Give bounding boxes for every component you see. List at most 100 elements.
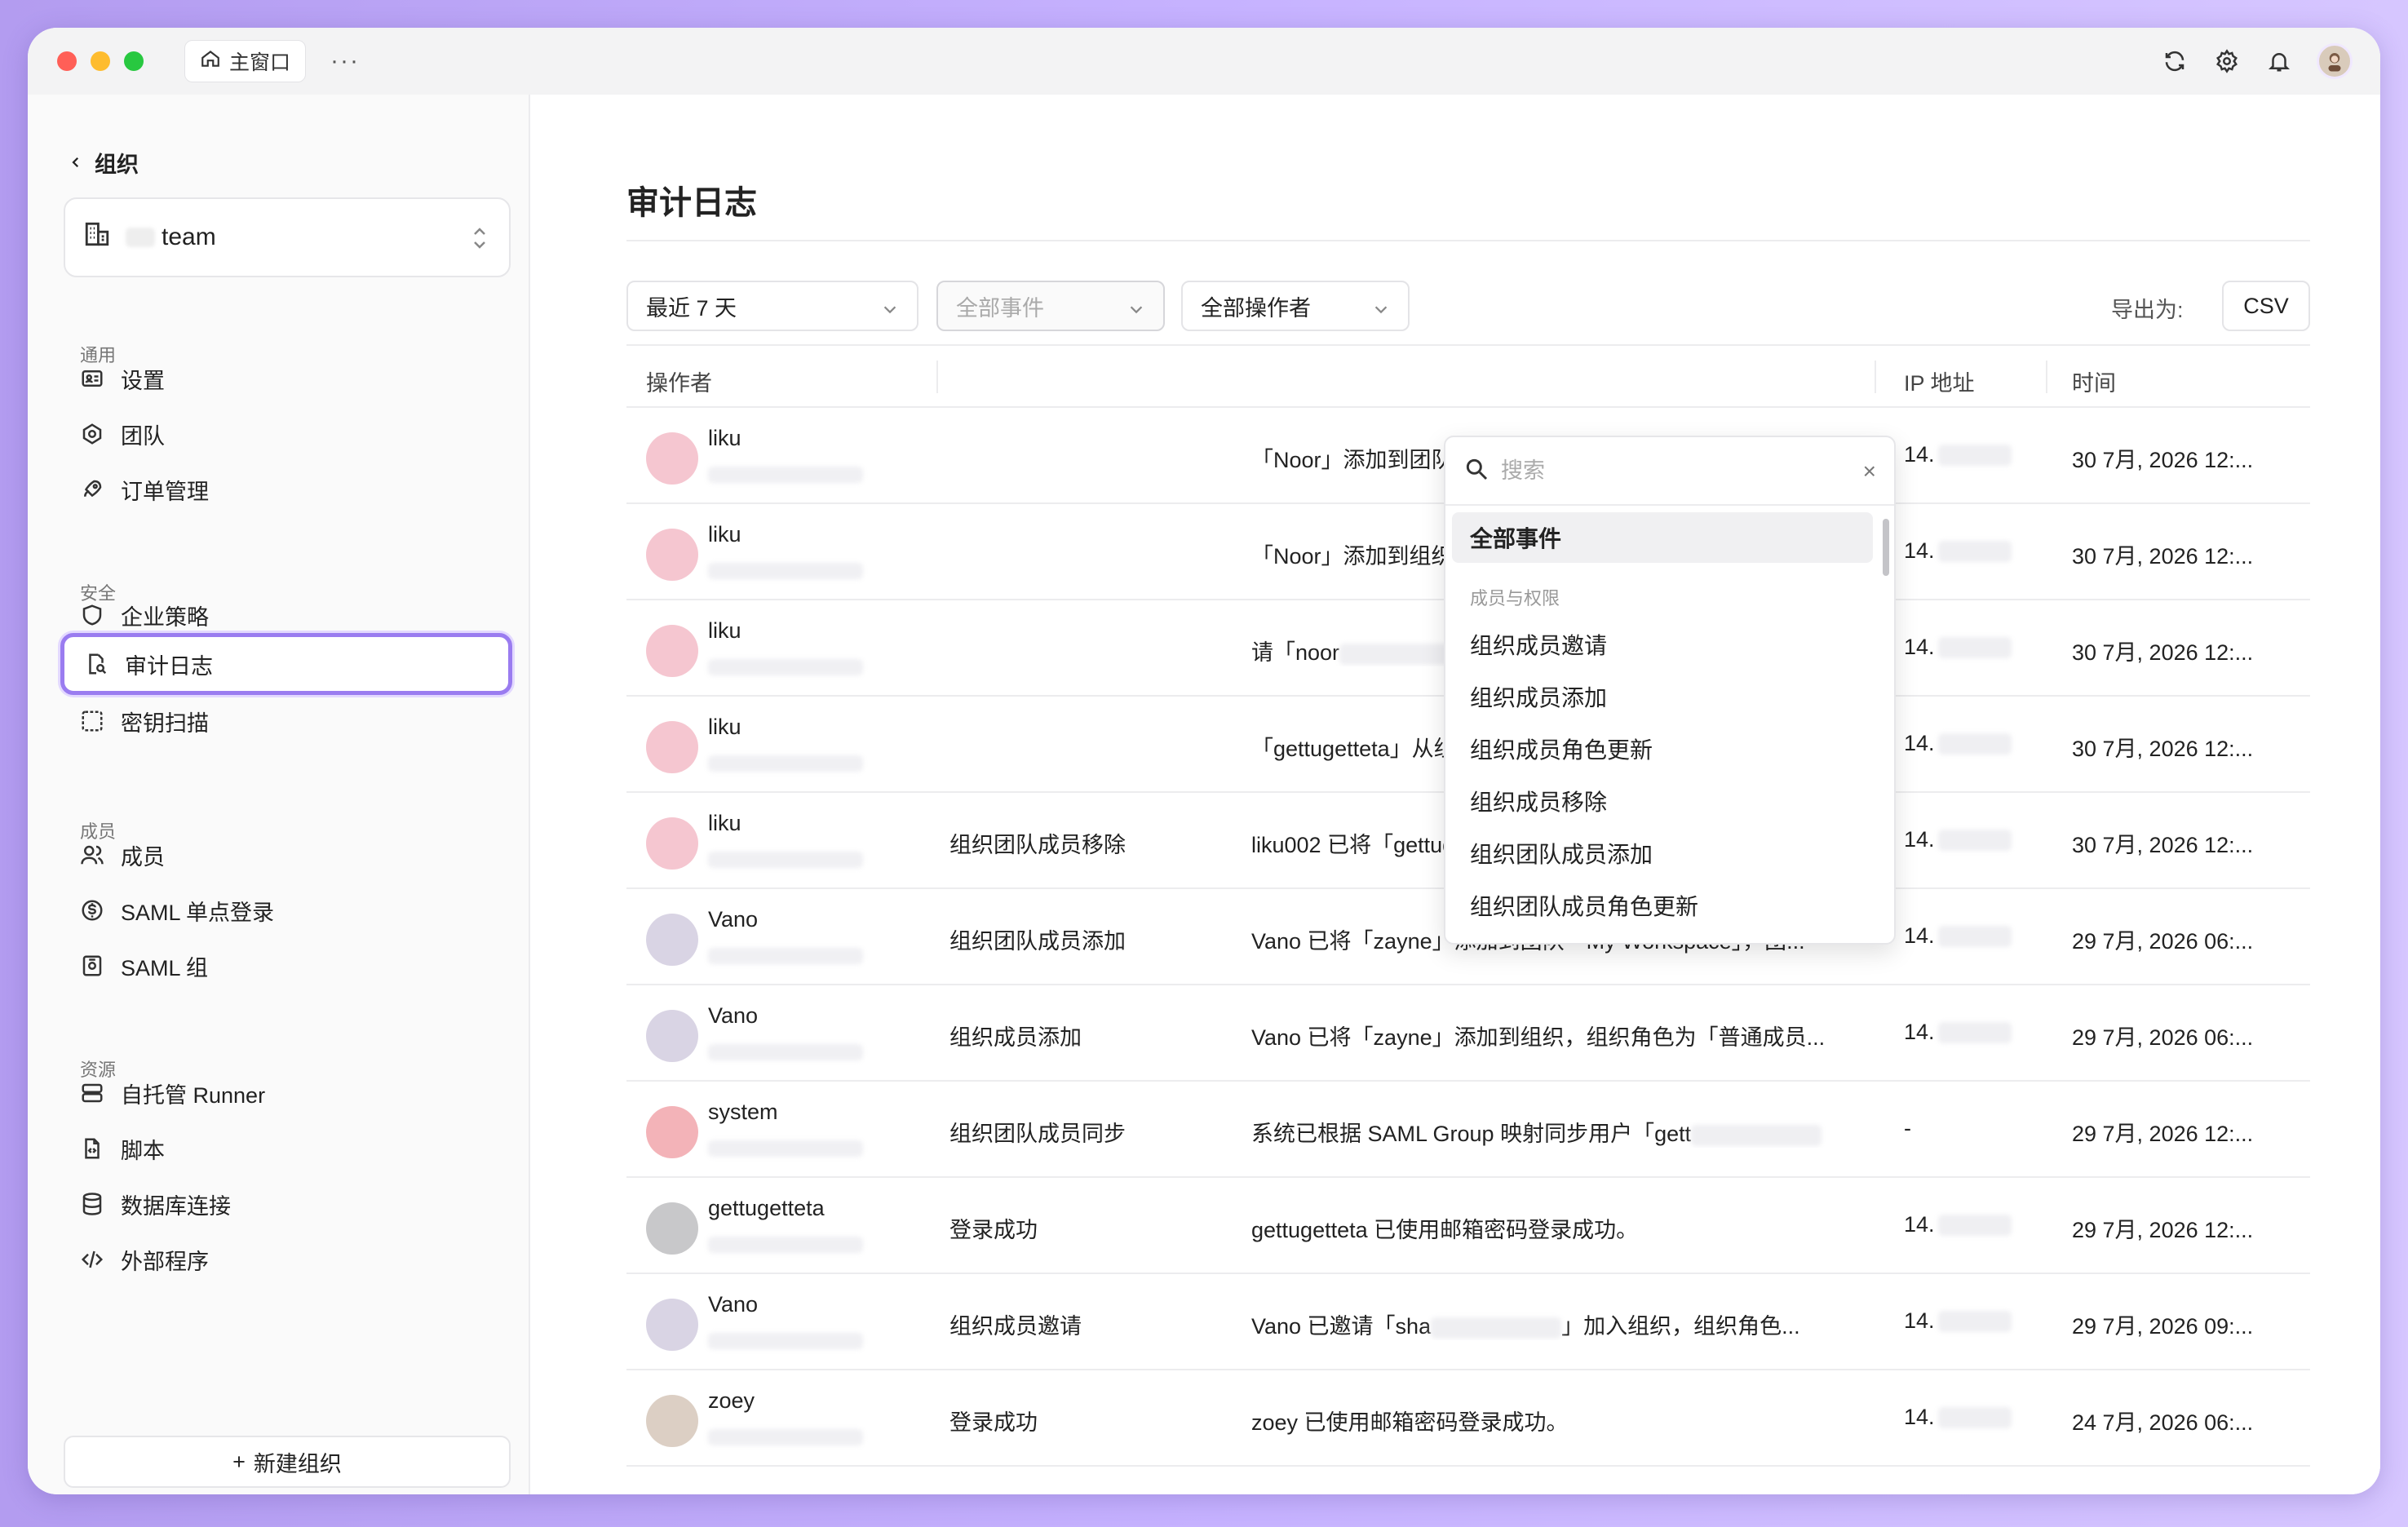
home-icon	[200, 48, 221, 75]
export-csv-button[interactable]: CSV	[2222, 281, 2310, 331]
operator-email-redacted	[708, 852, 863, 868]
event-type-filter[interactable]: 全部事件	[936, 281, 1165, 331]
date-range-value: 最近 7 天	[646, 295, 737, 321]
operator-filter[interactable]: 全部操作者	[1181, 281, 1410, 331]
sidebar-item-label: SAML 单点登录	[121, 900, 275, 925]
date-range-filter[interactable]: 最近 7 天	[626, 281, 918, 331]
code-icon	[78, 1246, 106, 1273]
avatar	[646, 721, 698, 773]
close-window-button[interactable]	[57, 51, 77, 71]
sidebar-item-members[interactable]: 成员	[78, 832, 519, 878]
team-name: team	[162, 224, 216, 250]
operator-email-redacted	[708, 467, 863, 483]
event-type: 组织成员添加	[949, 1025, 1082, 1050]
script-icon	[78, 1135, 106, 1162]
refresh-icon[interactable]	[2160, 46, 2189, 76]
dropdown-option[interactable]: 组织成员移除	[1445, 775, 1894, 827]
ip-redacted	[1937, 925, 2012, 947]
new-organization-label: 新建组织	[253, 1451, 342, 1476]
sidebar-item-audit-log[interactable]: 审计日志	[60, 633, 512, 695]
scan-icon	[78, 707, 106, 735]
gear-icon[interactable]	[2212, 46, 2242, 76]
server-icon	[78, 1079, 106, 1107]
sidebar-item-settings[interactable]: 设置	[78, 356, 519, 401]
sidebar-item-label: 团队	[121, 423, 165, 449]
sidebar-item-team[interactable]: 团队	[78, 411, 519, 457]
operator-email-redacted	[708, 1140, 863, 1157]
operator-email-redacted	[708, 563, 863, 579]
ip-redacted	[1937, 829, 2012, 851]
table-header: 操作者 IP 地址 时间	[626, 344, 2310, 408]
dropdown-scrollbar[interactable]	[1883, 519, 1889, 576]
event-description: zoey 已使用邮箱密码登录成功。	[1251, 1405, 1871, 1436]
more-menu-button[interactable]: ···	[330, 47, 360, 75]
dropdown-options: 组织成员邀请 组织成员添加 组织成员角色更新 组织成员移除 组织团队成员添加 组…	[1445, 618, 1894, 932]
minimize-window-button[interactable]	[91, 51, 110, 71]
maximize-window-button[interactable]	[124, 51, 144, 71]
table-row[interactable]: Vano 组织成员邀请 Vano 已邀请「sha 」加入组织，组织角色... 14. 29…	[626, 1274, 2310, 1370]
table-row[interactable]: zoey 登录成功 zoey 已使用邮箱密码登录成功。 14. 24 7月, 2026 …	[626, 1370, 2310, 1467]
user-avatar[interactable]	[2317, 43, 2353, 79]
event-type: 组织团队成员添加	[949, 929, 1126, 954]
operator-name: liku	[708, 618, 741, 643]
dropdown-option-selected[interactable]: 全部事件	[1452, 512, 1873, 563]
sidebar-item-saml-sso[interactable]: SAML 单点登录	[78, 887, 519, 933]
event-description: 系统已根据 SAML Group 映射同步用户「gett	[1251, 1116, 1871, 1148]
sidebar-item-label: 脚本	[121, 1138, 165, 1163]
sidebar-item-enterprise-policy[interactable]: 企业策略	[78, 592, 519, 638]
operator-name: liku	[708, 426, 741, 450]
event-type-value: 全部事件	[956, 295, 1044, 321]
operator-name: liku	[708, 811, 741, 835]
event-time: 29 7月, 2026 09:...	[2072, 1314, 2254, 1339]
dropdown-option[interactable]: 组织成员角色更新	[1445, 723, 1894, 775]
table-row[interactable]: gettugetteta 登录成功 gettugetteta 已使用邮箱密码登录成功…	[626, 1178, 2310, 1274]
team-selector[interactable]: team	[64, 197, 511, 277]
sidebar-item-secret-scan[interactable]: 密钥扫描	[78, 698, 519, 744]
dropdown-option[interactable]: 组织成员添加	[1445, 671, 1894, 723]
operator-name: Vano	[708, 1292, 759, 1317]
dropdown-option[interactable]: 组织成员邀请	[1445, 618, 1894, 671]
column-divider	[936, 361, 938, 393]
sidebar-item-self-hosted-runner[interactable]: 自托管 Runner	[78, 1070, 519, 1116]
sidebar-item-label: 企业策略	[121, 604, 209, 630]
event-description: Vano 已将「zayne」添加到组织，组织角色为「普通成员...	[1251, 1020, 1871, 1051]
avatar	[646, 625, 698, 677]
operator-name: liku	[708, 522, 741, 547]
redacted-text	[1691, 1124, 1822, 1146]
home-tab[interactable]: 主窗口	[184, 40, 307, 82]
sidebar-item-saml-group[interactable]: SAML 组	[78, 943, 519, 989]
event-time: 29 7月, 2026 12:...	[2072, 1122, 2254, 1146]
ip-redacted	[1937, 1310, 2012, 1332]
avatar	[646, 529, 698, 581]
event-time: 29 7月, 2026 06:...	[2072, 1025, 2254, 1050]
sidebar-item-external-programs[interactable]: 外部程序	[78, 1237, 519, 1282]
ip-redacted	[1937, 540, 2012, 562]
bell-icon[interactable]	[2264, 46, 2294, 76]
ip-prefix: 14.	[1904, 1405, 1935, 1429]
sidebar-item-scripts[interactable]: 脚本	[78, 1126, 519, 1171]
ip-address: 14.	[1904, 827, 2012, 852]
dropdown-option[interactable]: 组织团队成员添加	[1445, 827, 1894, 879]
avatar	[646, 817, 698, 870]
dropdown-option[interactable]: 组织团队成员角色更新	[1445, 879, 1894, 932]
table-row[interactable]: Vano 组织成员添加 Vano 已将「zayne」添加到组织，组织角色为「普通成员…	[626, 985, 2310, 1082]
title-divider	[626, 240, 2310, 241]
close-icon[interactable]: ×	[1863, 458, 1876, 485]
sidebar-item-database[interactable]: 数据库连接	[78, 1181, 519, 1227]
export-label: 导出为:	[2111, 298, 2184, 322]
ip-prefix: 14.	[1904, 827, 1935, 852]
back-to-organization[interactable]: 组织	[69, 147, 139, 179]
ip-address: 14.	[1904, 731, 2012, 756]
chevron-down-icon	[881, 299, 899, 324]
sidebar-item-orders[interactable]: 订单管理	[78, 467, 519, 512]
chevron-updown-icon	[470, 224, 489, 259]
ip-redacted	[1937, 444, 2012, 466]
operator-name: liku	[708, 715, 741, 739]
chevron-left-icon	[69, 150, 83, 175]
operator-email-redacted	[708, 1429, 863, 1445]
team-icon	[78, 420, 106, 448]
avatar	[646, 1010, 698, 1062]
search-input[interactable]	[1501, 458, 1827, 484]
new-organization-button[interactable]: + 新建组织	[64, 1436, 511, 1488]
table-row[interactable]: system 组织团队成员同步 系统已根据 SAML Group 映射同步用户「ge…	[626, 1082, 2310, 1178]
